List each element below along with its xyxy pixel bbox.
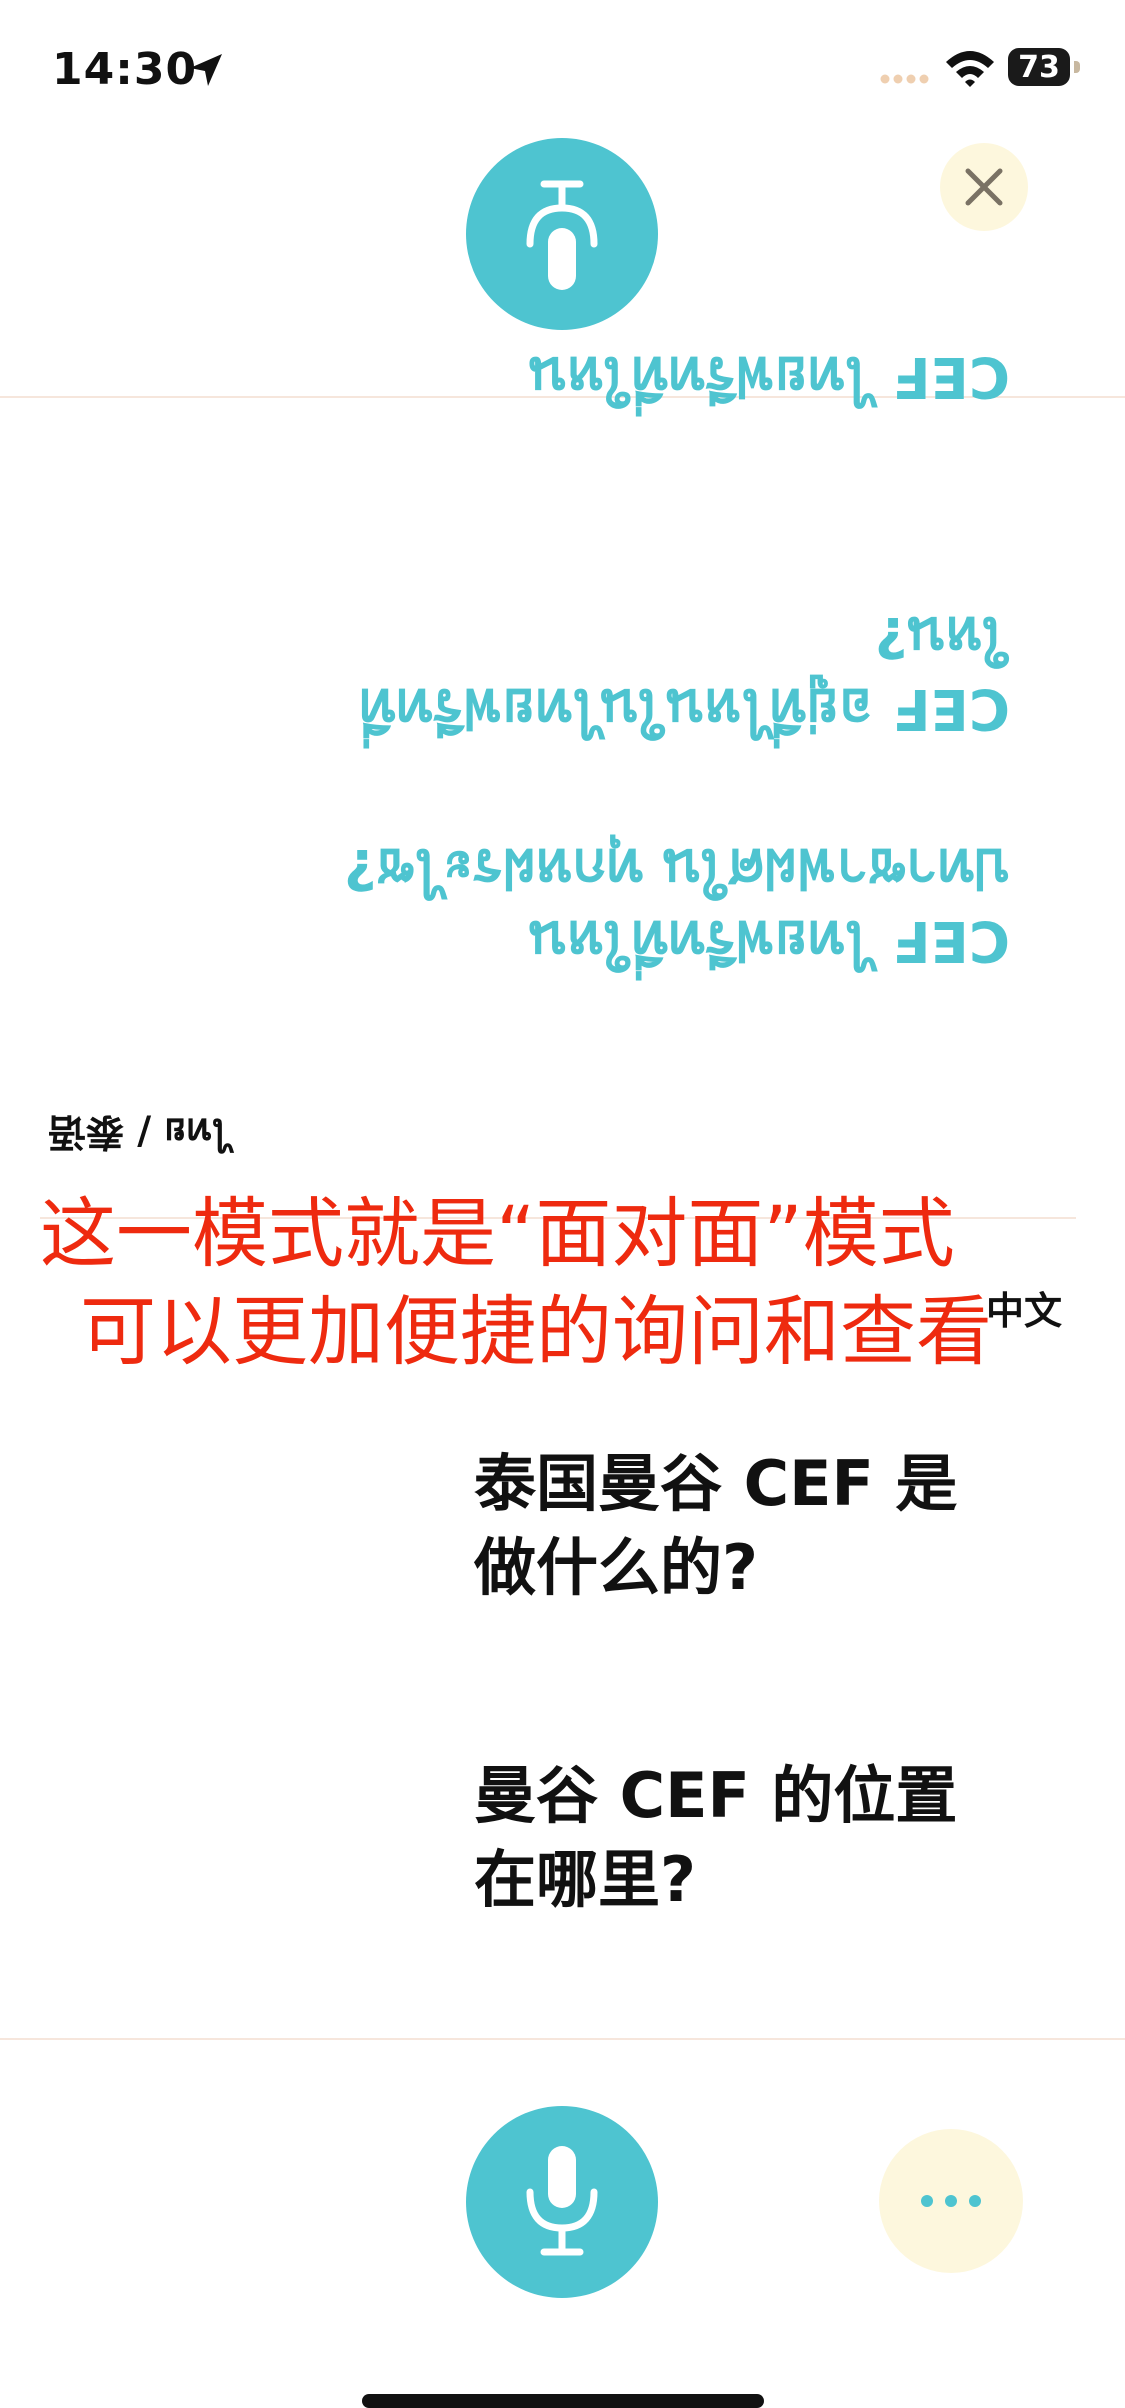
my-mic-button[interactable] [466,2106,658,2298]
more-button[interactable] [879,2129,1023,2273]
location-arrow-icon [190,54,222,86]
annotation-line2: 可以更加便捷的询问和查看 [80,1287,992,1376]
signal-icon [880,74,929,84]
partner-language-label[interactable]: ไทย / 泰语 [48,1102,231,1163]
more-dots-icon [921,2195,981,2207]
battery-level: 73 [1018,50,1060,85]
microphone-icon [526,2146,598,2256]
battery-icon: 73 [1008,48,1080,86]
partner-message: CEF ไทยฟรีทที่ใหน [528,344,1010,409]
bottom-divider [0,2038,1125,2040]
my-message: 泰国曼谷 CEF 是 做什么的? [474,1447,958,1604]
partner-message: CEF ไทยฟรีทที่ใหน ปทาซาฟฝศใน ทุกหฝระไซ? [344,836,1010,973]
close-icon [965,168,1003,206]
close-button[interactable] [940,143,1028,231]
annotation-line1: 这一模式就是“面对面”模式 [40,1189,955,1278]
partner-message: CEF อยู่ที่ไหนในไทยฟรีทที่ใหน? [359,604,1010,741]
microphone-icon [526,180,598,290]
my-message: 曼谷 CEF 的位置 在哪里? [474,1759,958,1916]
partner-mic-button[interactable] [466,138,658,330]
wifi-icon [946,51,994,87]
status-time: 14:30 [52,44,198,95]
my-language-label[interactable]: 中文 [986,1280,1062,1335]
